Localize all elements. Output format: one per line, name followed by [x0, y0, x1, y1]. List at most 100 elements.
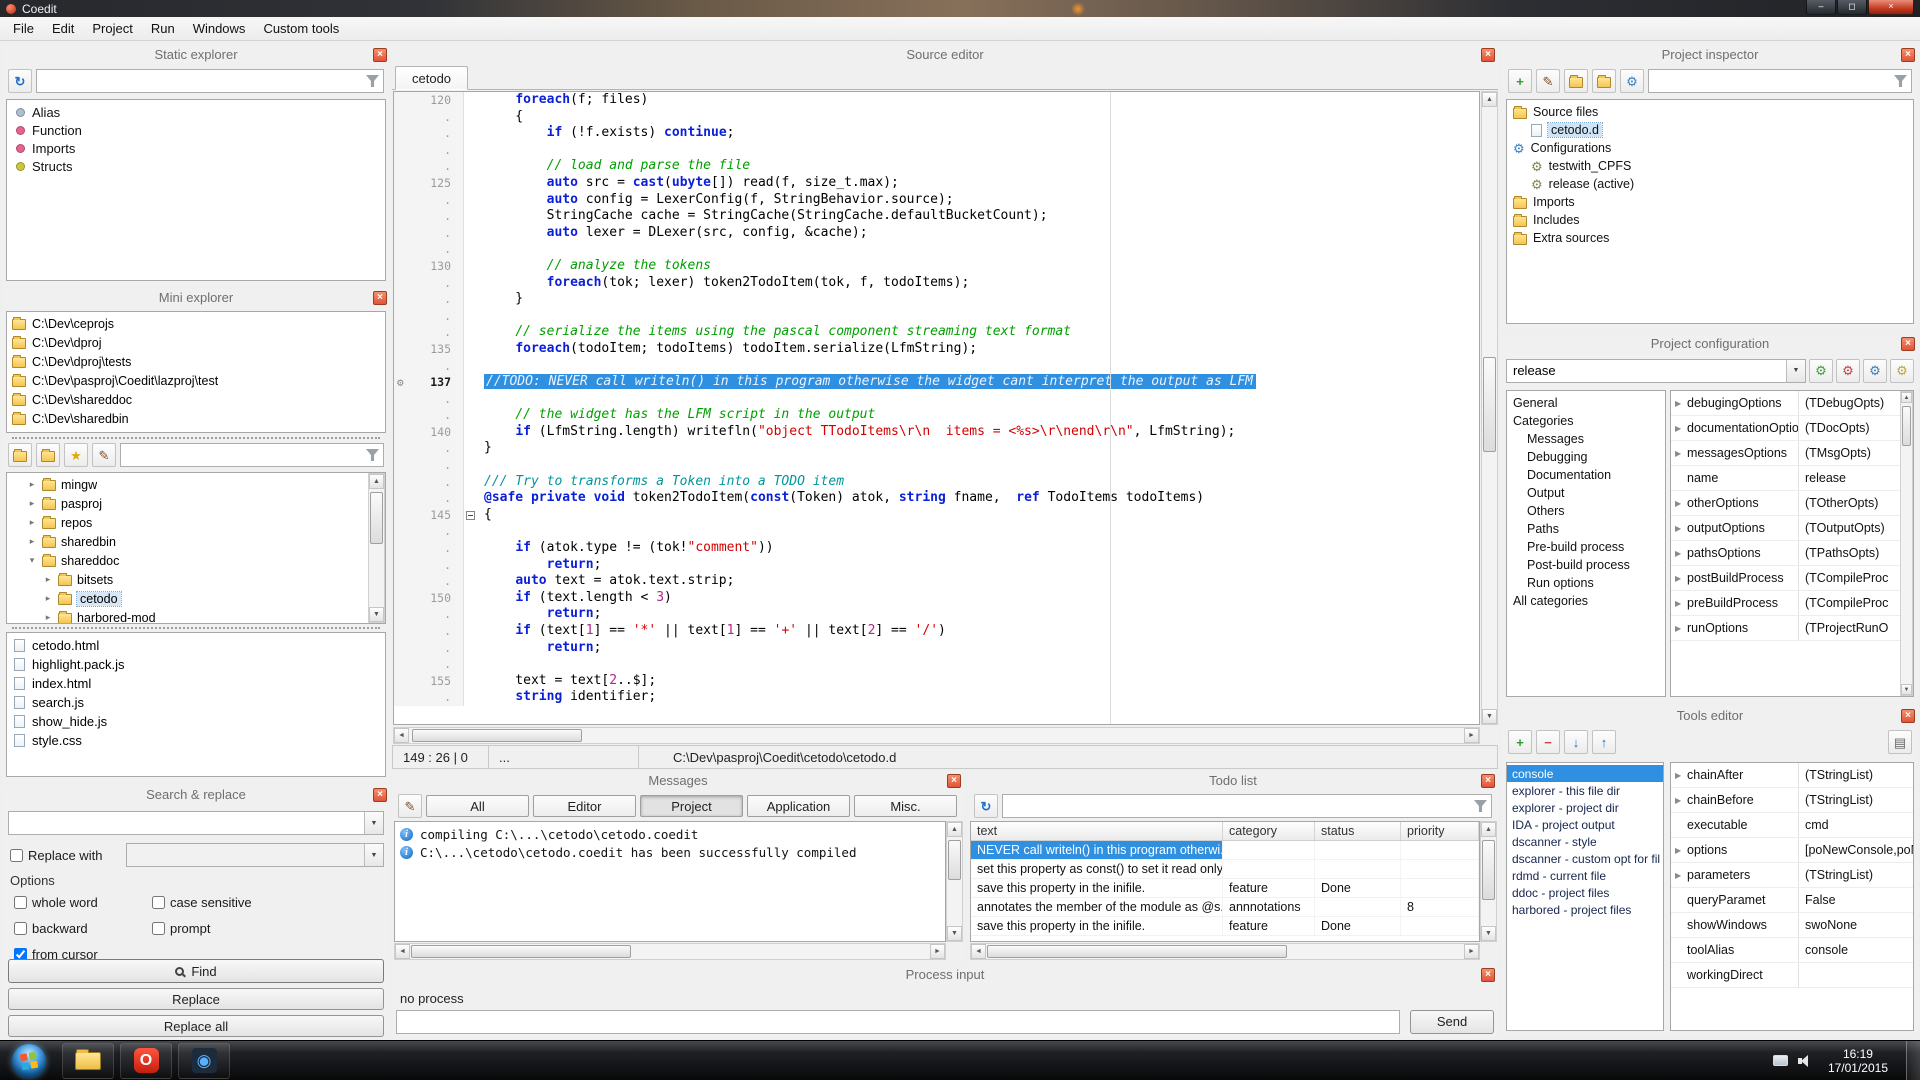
- property-value[interactable]: (TDebugOpts): [1799, 391, 1913, 415]
- property-row-toolalias[interactable]: toolAliasconsole: [1671, 938, 1913, 963]
- scroll-arrow-down-icon[interactable]: ▼: [369, 607, 384, 622]
- chevron-collapsed-icon[interactable]: ▸: [43, 593, 53, 604]
- expand-icon[interactable]: ▶: [1675, 771, 1681, 780]
- project-tree-item-release-active[interactable]: ⚙release (active): [1507, 175, 1913, 193]
- symbol-category-alias[interactable]: Alias: [9, 103, 383, 121]
- option-category-all-categories[interactable]: All categories: [1507, 592, 1665, 610]
- property-value[interactable]: swoNone: [1799, 913, 1913, 937]
- property-row-otheroptions[interactable]: ▶otherOptions(TOtherOpts): [1671, 491, 1913, 516]
- folder-remove-button[interactable]: [1592, 69, 1616, 93]
- option-category-general[interactable]: General: [1507, 394, 1665, 412]
- close-panel-button[interactable]: [1901, 48, 1915, 62]
- code-line[interactable]: ⚙137//TODO: NEVER call writeln() in this…: [394, 374, 1479, 391]
- expand-icon[interactable]: ▶: [1675, 524, 1681, 533]
- menu-item-windows[interactable]: Windows: [184, 18, 255, 39]
- property-row-queryparamet[interactable]: queryParametFalse: [1671, 888, 1913, 913]
- code-line[interactable]: 140 if (LfmString.length) writefln("obje…: [394, 424, 1479, 441]
- chevron-collapsed-icon[interactable]: ▸: [43, 574, 53, 585]
- close-panel-button[interactable]: [1481, 48, 1495, 62]
- property-row-chainbefore[interactable]: ▶chainBefore(TStringList): [1671, 788, 1913, 813]
- code-line[interactable]: .: [394, 523, 1479, 540]
- scroll-thumb[interactable]: [370, 492, 383, 544]
- remove-button[interactable]: −: [1536, 730, 1560, 754]
- checkbox-case-sensitive[interactable]: [152, 896, 165, 909]
- code-line[interactable]: 125 auto src = cast(ubyte[]) read(f, siz…: [394, 175, 1479, 192]
- vertical-scrollbar[interactable]: ▲▼: [1900, 391, 1913, 696]
- star-button[interactable]: ★: [64, 443, 88, 467]
- project-tree-item-testwith-cpfs[interactable]: ⚙testwith_CPFS: [1507, 157, 1913, 175]
- expand-icon[interactable]: ▶: [1675, 499, 1681, 508]
- scroll-arrow-up-icon[interactable]: ▲: [369, 474, 384, 489]
- replace-all-button[interactable]: Replace all: [8, 1015, 384, 1037]
- project-tree-item-cetodo-d[interactable]: cetodo.d: [1507, 121, 1913, 139]
- close-panel-button[interactable]: [1901, 709, 1915, 723]
- fold-collapse-icon[interactable]: [466, 511, 475, 520]
- expand-icon[interactable]: ▶: [1675, 796, 1681, 805]
- maximize-button[interactable]: ◻: [1837, 0, 1867, 15]
- tool-item-explorer-this-file-dir[interactable]: explorer - this file dir: [1507, 782, 1663, 799]
- property-value[interactable]: console: [1799, 938, 1913, 962]
- property-value[interactable]: [poNewConsole,poNew: [1799, 838, 1913, 862]
- code-line[interactable]: . foreach(tok; lexer) token2TodoItem(tok…: [394, 275, 1479, 292]
- volume-tray-icon[interactable]: [1798, 1055, 1810, 1067]
- scroll-arrow-down-icon[interactable]: ▼: [947, 926, 962, 941]
- show-desktop-button[interactable]: [1906, 1041, 1920, 1080]
- add-file-button[interactable]: +: [1508, 69, 1532, 93]
- chevron-expanded-icon[interactable]: ▾: [27, 555, 37, 566]
- scroll-arrow-right-icon[interactable]: ►: [930, 944, 945, 959]
- replace-term-combo[interactable]: [126, 843, 384, 867]
- option-category-messages[interactable]: Messages: [1507, 430, 1665, 448]
- property-value[interactable]: (TCompileProc: [1799, 591, 1913, 615]
- tool-item-ida-project-output[interactable]: IDA - project output: [1507, 816, 1663, 833]
- chevron-collapsed-icon[interactable]: ▸: [27, 517, 37, 528]
- favorite-folder-item[interactable]: C:\Dev\dproj\tests: [7, 352, 385, 371]
- menu-item-file[interactable]: File: [4, 18, 43, 39]
- option-category-categories[interactable]: Categories: [1507, 412, 1665, 430]
- chevron-collapsed-icon[interactable]: ▸: [43, 612, 53, 623]
- property-value[interactable]: (TProjectRunO: [1799, 616, 1913, 640]
- expand-icon[interactable]: ▶: [1675, 871, 1681, 880]
- property-row-postbuildprocess[interactable]: ▶postBuildProcess(TCompileProc: [1671, 566, 1913, 591]
- messages-tab-all[interactable]: All: [426, 795, 529, 817]
- close-panel-button[interactable]: [1901, 337, 1915, 351]
- file-item-show-hide-js[interactable]: show_hide.js: [7, 712, 385, 731]
- todo-column-header-priority[interactable]: priority: [1401, 822, 1479, 840]
- code-line[interactable]: ./// Try to transforms a Token into a TO…: [394, 474, 1479, 491]
- project-tree-item-configurations[interactable]: ⚙Configurations: [1507, 139, 1913, 157]
- gear-red-button[interactable]: ⚙: [1836, 359, 1860, 383]
- property-value[interactable]: (TStringList): [1799, 788, 1913, 812]
- file-item-search-js[interactable]: search.js: [7, 693, 385, 712]
- chevron-down-icon[interactable]: [1786, 360, 1805, 382]
- code-line[interactable]: 120 foreach(f; files): [394, 92, 1479, 109]
- tool-item-dscanner-custom-opt-for-fil[interactable]: dscanner - custom opt for fil: [1507, 850, 1663, 867]
- code-line[interactable]: . return;: [394, 606, 1479, 623]
- chevron-down-icon[interactable]: [364, 844, 383, 866]
- close-panel-button[interactable]: [1481, 774, 1495, 788]
- message-item[interactable]: iC:\...\cetodo\cetodo.coedit has been su…: [397, 843, 943, 861]
- chevron-collapsed-icon[interactable]: ▸: [27, 498, 37, 509]
- option-category-debugging[interactable]: Debugging: [1507, 448, 1665, 466]
- code-line[interactable]: 150 if (text.length < 3): [394, 590, 1479, 607]
- code-line[interactable]: . // serialize the items using the pasca…: [394, 324, 1479, 341]
- scroll-arrow-down-icon[interactable]: ▼: [1482, 709, 1497, 724]
- property-row-workingdirect[interactable]: workingDirect: [1671, 963, 1913, 988]
- property-value[interactable]: (TDocOpts): [1799, 416, 1913, 440]
- horizontal-scrollbar[interactable]: ◄►: [394, 943, 946, 960]
- vertical-scrollbar[interactable]: ▲▼: [1480, 821, 1497, 942]
- project-tree-item-includes[interactable]: Includes: [1507, 211, 1913, 229]
- process-input-field[interactable]: [396, 1010, 1400, 1034]
- code-line[interactable]: .: [394, 656, 1479, 673]
- folder-new-button[interactable]: [8, 443, 32, 467]
- property-value[interactable]: (TPathsOpts): [1799, 541, 1913, 565]
- property-value[interactable]: [1799, 963, 1913, 987]
- code-line[interactable]: . // load and parse the file: [394, 158, 1479, 175]
- vertical-scrollbar[interactable]: ▲▼: [368, 473, 385, 623]
- splitter[interactable]: [12, 627, 380, 629]
- messages-tab-misc[interactable]: Misc.: [854, 795, 957, 817]
- todo-row[interactable]: save this property in the inifile.featur…: [971, 917, 1479, 936]
- vertical-scrollbar[interactable]: ▲▼: [1481, 91, 1498, 725]
- property-row-debugingoptions[interactable]: ▶debugingOptions(TDebugOpts): [1671, 391, 1913, 416]
- symbol-category-structs[interactable]: Structs: [9, 157, 383, 175]
- code-line[interactable]: . // the widget has the LFM script in th…: [394, 407, 1479, 424]
- property-value[interactable]: (TMsgOpts): [1799, 441, 1913, 465]
